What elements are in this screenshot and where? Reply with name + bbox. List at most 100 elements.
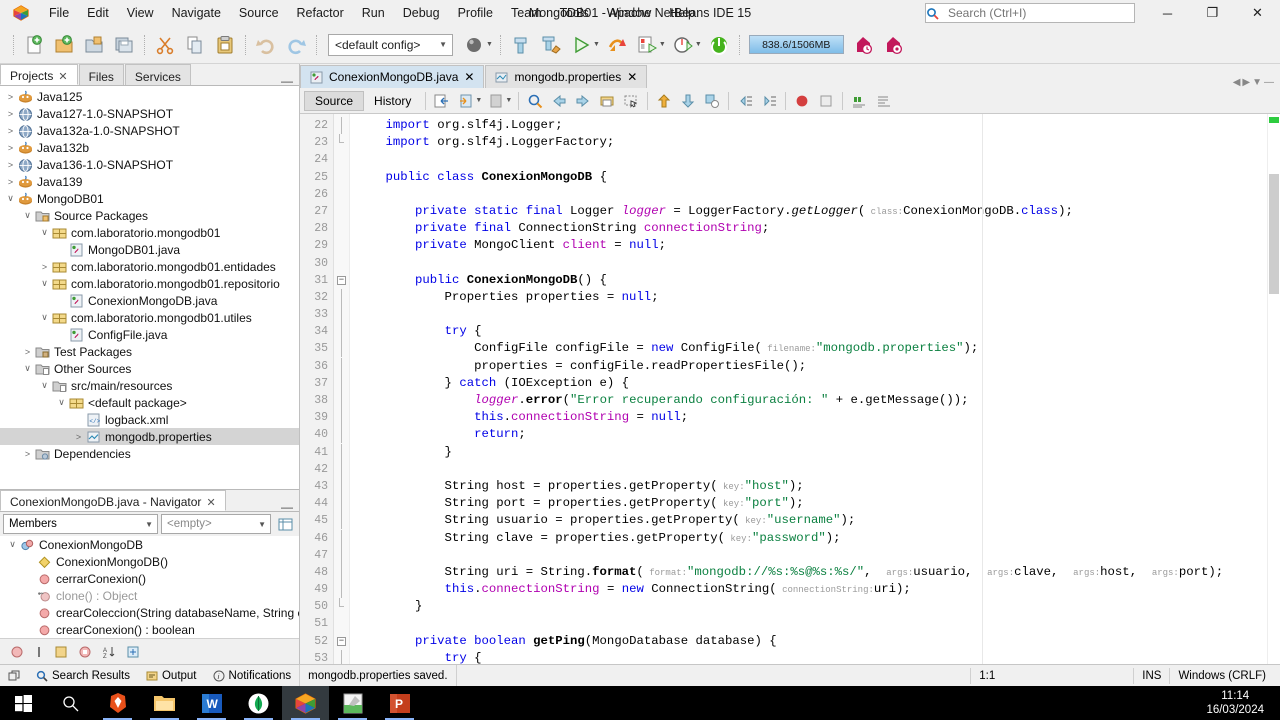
- navigator-item[interactable]: ∨ ConexionMongoDB: [0, 536, 299, 553]
- tree-item[interactable]: > Java132a-1.0-SNAPSHOT: [0, 122, 299, 139]
- search-input[interactable]: [948, 6, 1134, 20]
- code-line[interactable]: [350, 306, 1280, 323]
- tree-item[interactable]: > Java125: [0, 88, 299, 105]
- tree-item[interactable]: ∨ com.laboratorio.mongodb01.repositorio: [0, 275, 299, 292]
- navigator-item[interactable]: crearConexion() : boolean: [0, 621, 299, 638]
- notifications-icon[interactable]: [878, 30, 908, 60]
- filter-inherited-icon[interactable]: [6, 642, 28, 662]
- tree-item[interactable]: > Java139: [0, 173, 299, 190]
- tab-list-icon[interactable]: ▼: [1252, 77, 1262, 88]
- taskbar-clock[interactable]: 11:14 16/03/2024: [1206, 689, 1280, 717]
- tab-files[interactable]: Files: [78, 64, 124, 85]
- code-line[interactable]: [350, 547, 1280, 564]
- code-line[interactable]: } catch (IOException e) {: [350, 375, 1280, 392]
- last-edit-icon[interactable]: [430, 90, 454, 112]
- chevron-down-icon[interactable]: ∨: [38, 227, 51, 238]
- project-tree[interactable]: > Java125 > Java127-1.0-SNAPSHOT > Java132a-1…: [0, 86, 299, 489]
- tree-item[interactable]: ConexionMongoDB.java: [0, 292, 299, 309]
- menu-source[interactable]: Source: [230, 3, 288, 23]
- stop-macro-recording-icon[interactable]: [814, 90, 838, 112]
- netbeans-icon[interactable]: [282, 686, 329, 720]
- open-project-icon[interactable]: [79, 30, 109, 60]
- close-icon[interactable]: ✕: [206, 496, 215, 509]
- code-line[interactable]: public ConexionMongoDB() {: [350, 272, 1280, 289]
- code-line[interactable]: }: [350, 444, 1280, 461]
- profile-main-project-icon[interactable]: [668, 30, 698, 60]
- history-view-button[interactable]: History: [364, 91, 421, 111]
- history-icon[interactable]: [848, 30, 878, 60]
- line-ending[interactable]: Windows (CRLF): [1169, 667, 1280, 684]
- start-macro-recording-icon[interactable]: [790, 90, 814, 112]
- status-search-results[interactable]: Search Results: [28, 665, 138, 686]
- code-line[interactable]: private final ConnectionString connectio…: [350, 220, 1280, 237]
- menu-refactor[interactable]: Refactor: [288, 3, 353, 23]
- chevron-right-icon[interactable]: >: [4, 160, 17, 170]
- tree-item[interactable]: > Java136-1.0-SNAPSHOT: [0, 156, 299, 173]
- menu-debug[interactable]: Debug: [394, 3, 449, 23]
- uncomment-icon[interactable]: [871, 90, 895, 112]
- editor-scrollbar[interactable]: [1267, 114, 1280, 664]
- menu-tools[interactable]: Tools: [551, 3, 598, 23]
- menu-run[interactable]: Run: [353, 3, 394, 23]
- maximize-button[interactable]: ❐: [1190, 0, 1235, 26]
- code-editor[interactable]: 22 23 24 25 26 27 28 29 30 31 32 33 34 35 36 37 38 39 40 41…: [300, 114, 1280, 664]
- maximize-editor-icon[interactable]: —: [1264, 77, 1274, 88]
- chevron-right-icon[interactable]: >: [72, 432, 85, 442]
- editor-tab-conexionmongodb[interactable]: ConexionMongoDB.java ✕: [300, 65, 485, 88]
- code-fold-gutter[interactable]: − −: [334, 114, 350, 664]
- chevron-down-icon[interactable]: ▼: [505, 97, 512, 104]
- minimize-window-icon[interactable]: —: [281, 75, 293, 87]
- chevron-down-icon[interactable]: ▼: [593, 41, 600, 48]
- chevron-down-icon[interactable]: ▼: [659, 41, 666, 48]
- navigator-item[interactable]: crearColeccion(String databaseName, Stri…: [0, 604, 299, 621]
- code-text[interactable]: import org.slf4j.Logger; import org.slf4…: [350, 114, 1280, 664]
- fold-toggle-icon[interactable]: −: [334, 633, 349, 650]
- chevron-down-icon[interactable]: ∨: [55, 397, 68, 408]
- tree-item[interactable]: ∨ Other Sources: [0, 360, 299, 377]
- chevron-down-icon[interactable]: ▼: [695, 41, 702, 48]
- minimize-button[interactable]: ─: [1145, 0, 1190, 26]
- fold-toggle-icon[interactable]: −: [334, 272, 349, 289]
- tab-navigator[interactable]: ConexionMongoDB.java - Navigator ✕: [0, 490, 226, 511]
- status-output[interactable]: Output: [138, 665, 205, 686]
- code-line[interactable]: }: [350, 598, 1280, 615]
- shift-left-icon[interactable]: [733, 90, 757, 112]
- code-line[interactable]: private boolean getPing(MongoDatabase da…: [350, 633, 1280, 650]
- code-line[interactable]: private MongoClient client = null;: [350, 237, 1280, 254]
- undo-icon[interactable]: [251, 30, 281, 60]
- chevron-down-icon[interactable]: ∨: [38, 312, 51, 323]
- profile-project-icon[interactable]: [632, 30, 662, 60]
- code-line[interactable]: logger.error("Error recuperando configur…: [350, 392, 1280, 409]
- menu-team[interactable]: Team: [502, 3, 551, 23]
- code-line[interactable]: [350, 255, 1280, 272]
- notepad-editor-icon[interactable]: [329, 686, 376, 720]
- chevron-down-icon[interactable]: ∨: [38, 380, 51, 391]
- source-view-button[interactable]: Source: [304, 90, 365, 111]
- menu-help[interactable]: Help: [660, 3, 704, 23]
- code-line[interactable]: import org.slf4j.Logger;: [350, 117, 1280, 134]
- code-line[interactable]: this.connectionString = null;: [350, 409, 1280, 426]
- tree-item[interactable]: ConfigFile.java: [0, 326, 299, 343]
- minimize-window-icon[interactable]: —: [281, 501, 293, 513]
- tree-item[interactable]: > com.laboratorio.mongodb01.entidades: [0, 258, 299, 275]
- tree-item[interactable]: > Java127-1.0-SNAPSHOT: [0, 105, 299, 122]
- tab-services[interactable]: Services: [124, 64, 191, 85]
- global-search-box[interactable]: [925, 3, 1135, 23]
- previous-bookmark-icon[interactable]: [652, 90, 676, 112]
- tree-item[interactable]: MongoDB01.java: [0, 241, 299, 258]
- status-notifications[interactable]: i Notifications: [205, 665, 300, 686]
- chevron-down-icon[interactable]: ▼: [475, 97, 482, 104]
- tree-item[interactable]: > mongodb.properties: [0, 428, 299, 445]
- chevron-down-icon[interactable]: ∨: [6, 539, 19, 550]
- scrollbar-thumb[interactable]: [1269, 174, 1279, 294]
- editor-tab-mongodb-properties[interactable]: mongodb.properties ✕: [485, 65, 648, 88]
- menu-view[interactable]: View: [118, 3, 163, 23]
- paste-icon[interactable]: [210, 30, 240, 60]
- chevron-right-icon[interactable]: >: [4, 177, 17, 187]
- navigator-view-options-icon[interactable]: [274, 514, 296, 535]
- code-line[interactable]: [350, 151, 1280, 168]
- find-next-icon[interactable]: [571, 90, 595, 112]
- cut-icon[interactable]: [150, 30, 180, 60]
- save-all-icon[interactable]: [109, 30, 139, 60]
- code-line[interactable]: Properties properties = null;: [350, 289, 1280, 306]
